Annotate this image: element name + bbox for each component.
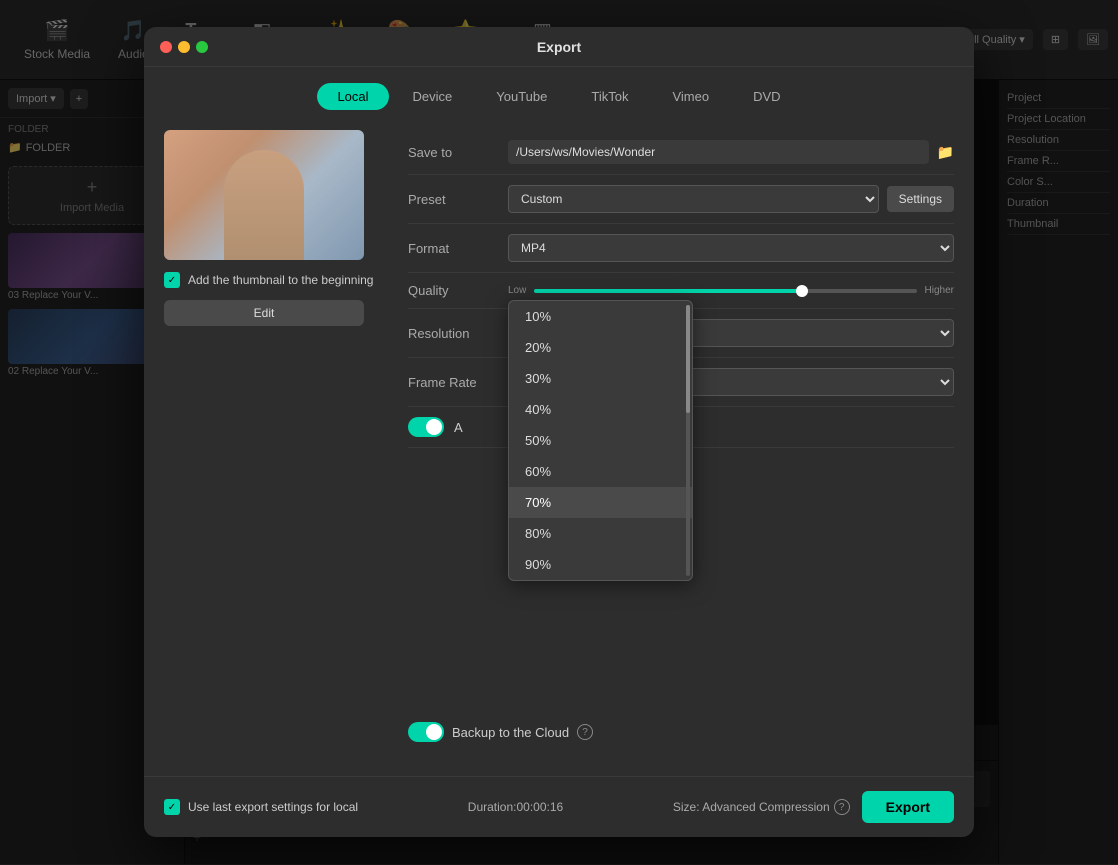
quality-label: Quality — [408, 283, 508, 298]
format-value: MP4 — [508, 234, 954, 262]
format-label: Format — [408, 241, 508, 256]
auto-label: A — [454, 420, 463, 435]
quality-dropdown: 10% 20% 30% 40% 50% 60% 70% 80% 90% — [508, 300, 693, 581]
modal-tabs: Local Device YouTube TikTok Vimeo DVD — [144, 67, 974, 110]
folder-browse-button[interactable]: 📁 — [937, 144, 954, 161]
modal-footer: ✓ Use last export settings for local Dur… — [144, 776, 974, 837]
modal-body: ✓ Add the thumbnail to the beginning Edi… — [144, 110, 974, 776]
modal-overlay: Export Local Device YouTube TikTok Vimeo… — [0, 0, 1118, 864]
preset-value: Custom Settings — [508, 185, 954, 213]
footer-duration: Duration:00:00:16 — [468, 800, 563, 814]
modal-title: Export — [537, 39, 581, 55]
tab-local[interactable]: Local — [317, 83, 388, 110]
dropdown-item-30[interactable]: 30% — [509, 363, 692, 394]
maximize-button[interactable] — [196, 41, 208, 53]
add-thumbnail-label: Add the thumbnail to the beginning — [188, 273, 373, 287]
backup-info-icon[interactable]: ? — [577, 724, 593, 740]
modal-titlebar: Export — [144, 27, 974, 67]
dropdown-scroll: 10% 20% 30% 40% 50% 60% 70% 80% 90% — [509, 301, 692, 580]
save-to-value: 📁 — [508, 140, 954, 164]
preset-row: Preset Custom Settings — [408, 175, 954, 224]
modal-left-panel: ✓ Add the thumbnail to the beginning Edi… — [164, 130, 384, 756]
add-thumbnail-row: ✓ Add the thumbnail to the beginning — [164, 272, 384, 288]
scrollbar-track — [686, 305, 690, 576]
tab-youtube[interactable]: YouTube — [476, 83, 567, 110]
save-to-input[interactable] — [508, 140, 929, 164]
resolution-label: Resolution — [408, 326, 508, 341]
dropdown-item-60[interactable]: 60% — [509, 456, 692, 487]
close-button[interactable] — [160, 41, 172, 53]
save-to-label: Save to — [408, 145, 508, 160]
dropdown-item-40[interactable]: 40% — [509, 394, 692, 425]
quality-value: Low Higher — [508, 285, 954, 296]
size-info: Size: Advanced Compression ? — [673, 799, 850, 815]
use-last-settings-checkbox[interactable]: ✓ — [164, 799, 180, 815]
quality-slider-row: Low Higher — [508, 285, 954, 296]
tab-device[interactable]: Device — [393, 83, 473, 110]
framerate-label: Frame Rate — [408, 375, 508, 390]
quality-high-label: Higher — [925, 285, 954, 296]
tab-vimeo[interactable]: Vimeo — [652, 83, 729, 110]
export-modal: Export Local Device YouTube TikTok Vimeo… — [144, 27, 974, 837]
backup-label: Backup to the Cloud — [452, 725, 569, 740]
preset-select[interactable]: Custom — [508, 185, 879, 213]
preset-label: Preset — [408, 192, 508, 207]
export-button[interactable]: Export — [862, 791, 954, 823]
add-thumbnail-checkbox[interactable]: ✓ — [164, 272, 180, 288]
dropdown-item-80[interactable]: 80% — [509, 518, 692, 549]
save-to-row: Save to 📁 — [408, 130, 954, 175]
footer-left: ✓ Use last export settings for local — [164, 799, 358, 815]
quality-low-label: Low — [508, 285, 526, 296]
quality-slider[interactable] — [534, 289, 916, 293]
backup-toggle[interactable] — [408, 722, 444, 742]
backup-toggle-knob — [426, 724, 442, 740]
use-last-settings-label: Use last export settings for local — [188, 800, 358, 814]
size-info-icon[interactable]: ? — [834, 799, 850, 815]
modal-right-panel: Save to 📁 Preset Custom Settings — [408, 130, 954, 756]
quality-thumb — [796, 285, 808, 297]
tab-dvd[interactable]: DVD — [733, 83, 800, 110]
thumbnail-preview — [164, 130, 364, 260]
dropdown-item-70[interactable]: 70% — [509, 487, 692, 518]
auto-toggle[interactable] — [408, 417, 444, 437]
scrollbar-thumb[interactable] — [686, 305, 690, 413]
backup-row: Backup to the Cloud ? — [408, 708, 954, 756]
toggle-knob — [426, 419, 442, 435]
minimize-button[interactable] — [178, 41, 190, 53]
settings-button[interactable]: Settings — [887, 186, 954, 212]
footer-right: Size: Advanced Compression ? Export — [673, 791, 954, 823]
tab-tiktok[interactable]: TikTok — [571, 83, 648, 110]
format-row: Format MP4 — [408, 224, 954, 273]
edit-thumbnail-button[interactable]: Edit — [164, 300, 364, 326]
dropdown-item-10[interactable]: 10% — [509, 301, 692, 332]
thumbnail-person — [224, 150, 304, 260]
dropdown-item-20[interactable]: 20% — [509, 332, 692, 363]
dropdown-item-50[interactable]: 50% — [509, 425, 692, 456]
traffic-lights — [160, 41, 208, 53]
format-select[interactable]: MP4 — [508, 234, 954, 262]
dropdown-item-90[interactable]: 90% — [509, 549, 692, 580]
